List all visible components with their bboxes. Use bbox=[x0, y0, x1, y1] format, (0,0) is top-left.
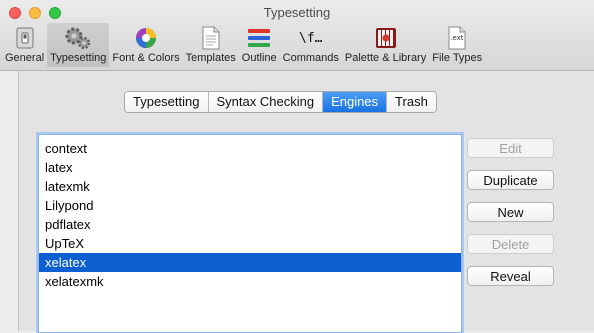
toolbar-label: Templates bbox=[185, 52, 236, 64]
tab-trash[interactable]: Trash bbox=[387, 92, 436, 112]
preferences-toolbar: General Typesetting Font & Colors Templa… bbox=[2, 23, 485, 70]
palette-library-icon bbox=[372, 25, 400, 51]
toolbar-item-file-types[interactable]: .ext File Types bbox=[429, 23, 485, 67]
engines-list[interactable]: context latex latexmk Lilypond pdflatex … bbox=[38, 134, 462, 333]
tab-typesetting[interactable]: Typesetting bbox=[125, 92, 209, 112]
toolbar-item-font-colors[interactable]: Font & Colors bbox=[109, 23, 182, 67]
delete-button[interactable]: Delete bbox=[467, 234, 554, 254]
commands-icon: \f… bbox=[297, 25, 325, 51]
reveal-button[interactable]: Reveal bbox=[467, 266, 554, 286]
duplicate-button[interactable]: Duplicate bbox=[467, 170, 554, 190]
tab-bar: Typesetting Syntax Checking Engines Tras… bbox=[124, 91, 437, 113]
toolbar-label: Typesetting bbox=[50, 52, 107, 64]
general-icon bbox=[11, 25, 39, 51]
list-item[interactable]: xelatexmk bbox=[39, 272, 461, 291]
list-item-selected[interactable]: xelatex bbox=[39, 253, 461, 272]
list-item[interactable]: latex bbox=[39, 158, 461, 177]
file-ext-glyph: .ext bbox=[450, 34, 464, 42]
toolbar-item-general[interactable]: General bbox=[2, 23, 47, 67]
list-item[interactable]: latexmk bbox=[39, 177, 461, 196]
tab-syntax-checking[interactable]: Syntax Checking bbox=[208, 92, 324, 112]
edit-button[interactable]: Edit bbox=[467, 138, 554, 158]
preferences-window: Typesetting General Typesetting Font & C… bbox=[0, 0, 594, 333]
toolbar-item-palette-library[interactable]: Palette & Library bbox=[342, 23, 429, 67]
toolbar-label: Outline bbox=[241, 52, 277, 64]
list-item[interactable]: Lilypond bbox=[39, 196, 461, 215]
color-wheel-icon bbox=[132, 25, 160, 51]
toolbar-label: Palette & Library bbox=[344, 52, 427, 64]
list-item[interactable]: context bbox=[39, 139, 461, 158]
new-button[interactable]: New bbox=[467, 202, 554, 222]
toolbar-item-typesetting[interactable]: Typesetting bbox=[47, 23, 110, 67]
gears-icon bbox=[64, 25, 92, 51]
list-item[interactable]: UpTeX bbox=[39, 234, 461, 253]
commands-glyph: \f… bbox=[299, 30, 323, 46]
toolbar-item-commands[interactable]: \f… Commands bbox=[280, 23, 342, 67]
document-icon bbox=[197, 25, 225, 51]
tab-engines[interactable]: Engines bbox=[323, 92, 388, 112]
toolbar-label: Font & Colors bbox=[112, 52, 180, 64]
toolbar-item-templates[interactable]: Templates bbox=[183, 23, 239, 67]
file-ext-icon: .ext bbox=[443, 25, 471, 51]
toolbar-label: Commands bbox=[282, 52, 339, 64]
toolbar-label: File Types bbox=[432, 52, 483, 64]
toolbar-item-outline[interactable]: Outline bbox=[239, 23, 280, 67]
outline-icon bbox=[245, 25, 273, 51]
toolbar-label: General bbox=[5, 52, 45, 64]
list-item[interactable]: pdflatex bbox=[39, 215, 461, 234]
title-bar: Typesetting General Typesetting Font & C… bbox=[0, 0, 594, 71]
window-title: Typesetting bbox=[263, 5, 331, 20]
